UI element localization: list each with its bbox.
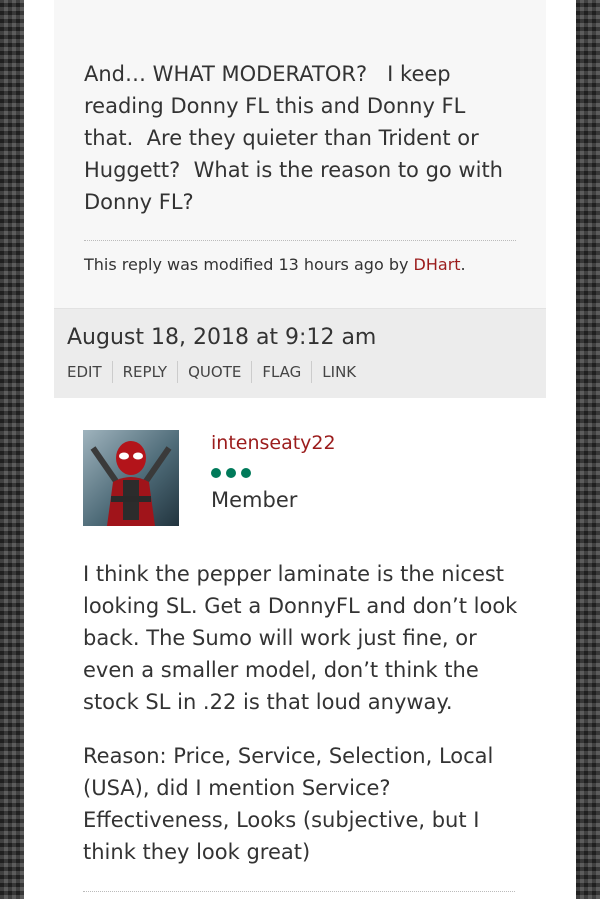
forum-thread: And… WHAT MODERATOR? I keep reading Donn… bbox=[54, 0, 546, 899]
author-info: intenseaty22 Member bbox=[211, 432, 336, 512]
reply-paragraph: I think the pepper laminate is the nices… bbox=[83, 562, 518, 714]
previous-post-body: And… WHAT MODERATOR? I keep reading Donn… bbox=[84, 58, 524, 236]
rank-dot bbox=[211, 468, 221, 478]
divider bbox=[83, 891, 515, 892]
page-gutter-right bbox=[546, 0, 576, 899]
author-name-link[interactable]: intenseaty22 bbox=[211, 432, 336, 454]
modified-note: This reply was modified 13 hours ago by … bbox=[84, 240, 516, 274]
author-role: Member bbox=[211, 488, 298, 512]
rank-dots-icon bbox=[211, 468, 336, 478]
reply-link[interactable]: REPLY bbox=[113, 363, 177, 381]
carbon-fiber-border-right bbox=[576, 0, 600, 899]
reply-post: intenseaty22 Member I think the pepper l… bbox=[54, 398, 546, 899]
quote-link[interactable]: QUOTE bbox=[178, 363, 251, 381]
reply-header: August 18, 2018 at 9:12 am EDIT REPLY QU… bbox=[54, 309, 546, 398]
reply-paragraph: Reason: Price, Service, Selection, Local… bbox=[83, 744, 494, 864]
avatar-image bbox=[90, 441, 172, 526]
modified-author-link[interactable]: DHart bbox=[414, 255, 461, 274]
edit-link[interactable]: EDIT bbox=[67, 363, 112, 381]
reply-body: I think the pepper laminate is the nices… bbox=[83, 558, 523, 890]
modified-note-suffix: . bbox=[460, 255, 466, 274]
reply-date: August 18, 2018 at 9:12 am bbox=[67, 325, 377, 350]
permalink-link[interactable]: LINK bbox=[312, 363, 366, 381]
previous-post: And… WHAT MODERATOR? I keep reading Donn… bbox=[54, 0, 546, 309]
post-paragraph: And… WHAT MODERATOR? I keep reading Donn… bbox=[84, 62, 503, 214]
page-gutter-left bbox=[24, 0, 54, 899]
rank-dot bbox=[226, 468, 236, 478]
modified-note-text: This reply was modified 13 hours ago by bbox=[84, 255, 414, 274]
flag-link[interactable]: FLAG bbox=[252, 363, 311, 381]
avatar[interactable] bbox=[83, 430, 179, 526]
carbon-fiber-border-left bbox=[0, 0, 24, 899]
reply-actions: EDIT REPLY QUOTE FLAG LINK bbox=[67, 361, 366, 383]
rank-dot bbox=[241, 468, 251, 478]
